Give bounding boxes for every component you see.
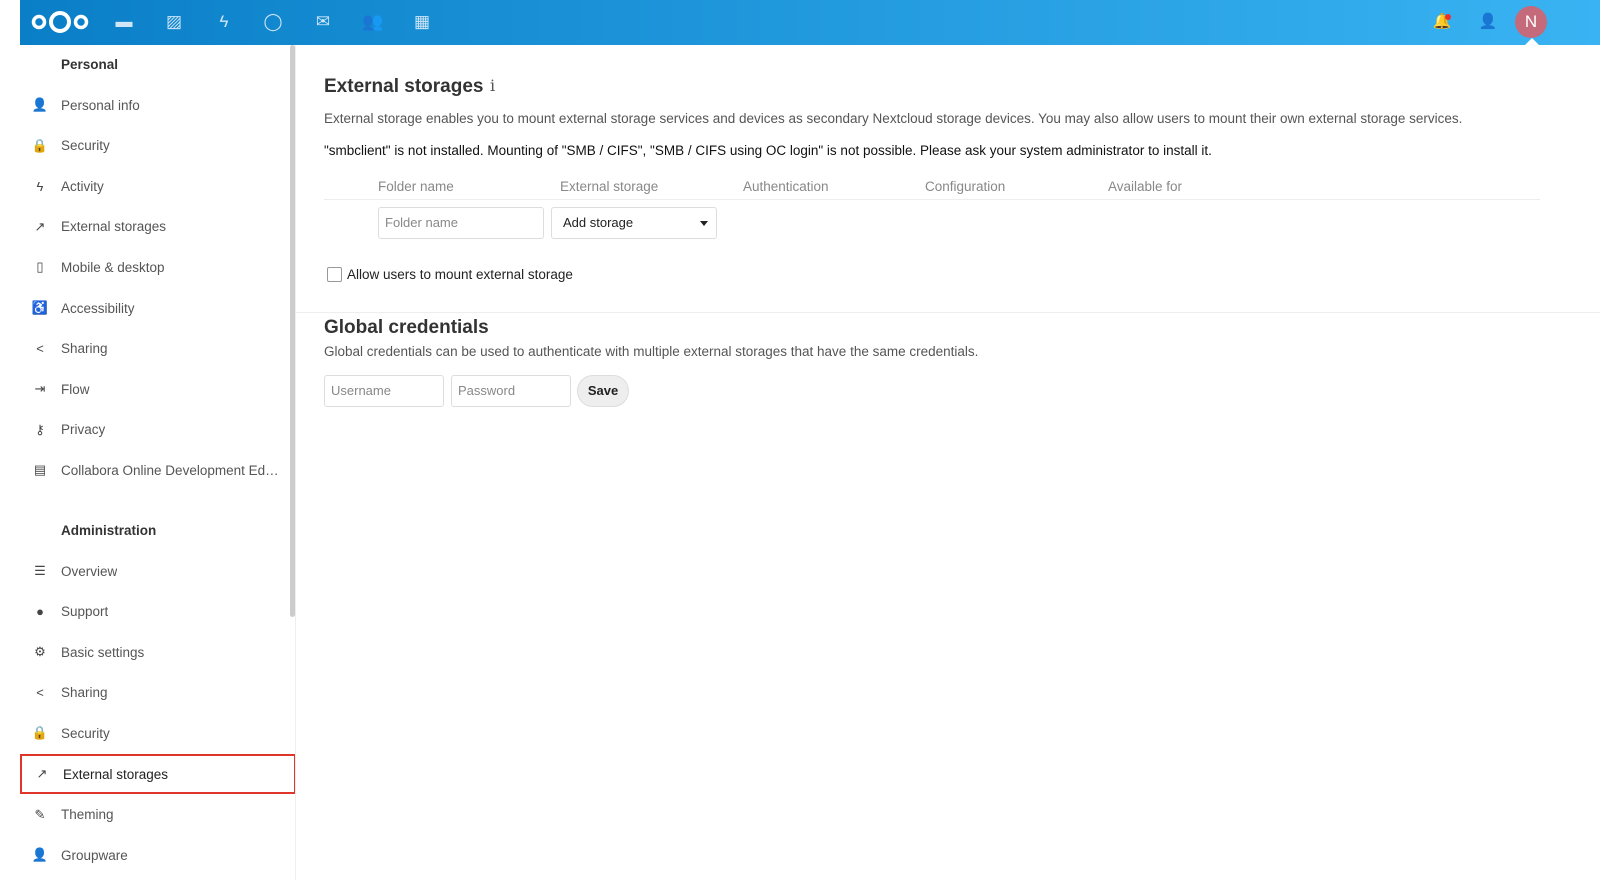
folder-name-input[interactable]: Folder name [378,207,544,239]
sidebar-item-security[interactable]: 🔒 Security [20,126,295,166]
sidebar-item-collabora-online-development-edition[interactable]: ▤ Collabora Online Development Edition [20,450,295,490]
contacts-icon[interactable]: 👥 [362,12,383,32]
sidebar-item-sharing[interactable]: < Sharing [20,329,295,369]
col-available-for: Available for [1108,179,1183,194]
sidebar-item-overview[interactable]: ☰ Overview [20,551,295,591]
sidebar-item-label: Overview [61,563,118,579]
comment-icon: ● [36,604,44,620]
sidebar-item-external-storages[interactable]: ↗ External storages [20,754,295,794]
username-input[interactable]: Username [324,375,444,407]
col-external-storage: External storage [560,179,659,194]
allow-users-label[interactable]: Allow users to mount external storage [347,267,573,282]
list-icon: ☰ [34,563,46,578]
activity-icon: ϟ [36,178,44,194]
avatar-caret [1525,38,1539,45]
section-personal: Personal [61,57,119,72]
external-link-icon: ↗ [34,218,46,234]
sidebar-item-mobile-desktop[interactable]: ▯ Mobile & desktop [20,247,295,287]
sidebar-item-groupware[interactable]: 👤 Groupware [20,835,295,875]
save-button[interactable]: Save [577,375,629,407]
sidebar-item-label: Groupware [61,847,128,863]
sidebar-item-label: Sharing [61,685,108,701]
top-header: ▬ ▨ ϟ ◯ ✉ 👥 ▦ 🔔 👤 N [20,0,1600,45]
sidebar-item-label: Support [61,604,109,620]
col-folder-name: Folder name [378,179,454,194]
sidebar-item-label: Accessibility [61,300,135,316]
sidebar-item-theming[interactable]: ✎ Theming [20,795,295,835]
gear-icon: ⚙ [34,644,46,660]
sidebar-item-label: Theming [61,807,114,823]
mail-icon[interactable]: ✉ [313,12,333,32]
sidebar-item-accessibility[interactable]: ♿ Accessibility [20,288,295,328]
sidebar-item-label: Sharing [61,341,108,357]
activity-icon[interactable]: ϟ [214,12,234,32]
lock-icon: 🔒 [31,137,49,153]
col-configuration: Configuration [925,179,1006,194]
contacts-menu-icon[interactable]: 👤 [1477,11,1499,33]
brush-icon: ✎ [34,806,46,822]
sidebar-item-label: Mobile & desktop [61,259,165,275]
col-authentication: Authentication [743,179,829,194]
sidebar-item-label: External storages [61,219,167,235]
sidebar-item-security[interactable]: 🔒 Security [20,713,295,753]
info-icon[interactable]: i [490,76,495,95]
sidebar-item-label: Activity [61,178,104,194]
password-input[interactable]: Password [451,375,571,407]
sidebar-item-privacy[interactable]: ⚷ Privacy [20,410,295,450]
sidebar-item-flow[interactable]: ⇥ Flow [20,369,295,409]
sidebar-item-label: Personal info [61,97,140,113]
files-icon[interactable]: ▬ [114,12,134,32]
sidebar-item-personal-info[interactable]: 👤 Personal info [20,85,295,125]
sidebar-item-support[interactable]: ● Support [20,592,295,632]
global-credentials-title: Global credentials [324,317,489,338]
lock-icon: 🔒 [31,725,49,741]
calendar-icon[interactable]: ▦ [412,12,432,32]
add-storage-select[interactable]: Add storage [551,207,717,239]
section-administration: Administration [61,523,157,538]
sidebar-item-label: Security [61,725,110,741]
phone-icon: ▯ [36,259,44,275]
talk-icon[interactable]: ◯ [263,12,283,32]
accessibility-icon: ♿ [31,300,49,315]
sidebar-item-external-storages[interactable]: ↗ External storages [20,207,295,247]
notifications-bell-icon[interactable]: 🔔 [1431,11,1453,33]
external-link-icon: ↗ [36,766,48,781]
divider [324,199,1540,200]
sidebar-item-sharing[interactable]: < Sharing [20,673,295,713]
sidebar-item-label: Basic settings [61,644,145,660]
sidebar-item-label: Security [61,138,110,154]
allow-users-checkbox[interactable] [327,267,342,282]
person-icon: 👤 [31,97,49,112]
section-divider [296,312,1600,313]
sidebar-item-label: Privacy [61,422,106,438]
groupware-icon: 👤 [31,847,49,863]
share-icon: < [36,341,44,357]
description: External storage enables you to mount ex… [324,111,1463,126]
chevron-down-icon [700,221,708,226]
share-icon: < [36,685,44,701]
add-storage-label: Add storage [563,215,634,230]
page-title: External storages [324,76,484,97]
sidebar-item-label: External storages [63,766,169,782]
main-content: External storages i External storage ena… [296,45,1600,880]
flow-icon: ⇥ [34,381,46,397]
smbclient-warning: "smbclient" is not installed. Mounting o… [324,143,1212,158]
nextcloud-logo[interactable] [30,9,90,35]
sidebar-item-basic-settings[interactable]: ⚙ Basic settings [20,632,295,672]
document-icon: ▤ [33,462,47,478]
global-credentials-description: Global credentials can be used to authen… [324,344,979,359]
user-avatar[interactable]: N [1515,6,1547,38]
photos-icon[interactable]: ▨ [164,12,184,32]
sidebar-item-label: Flow [61,381,90,397]
sidebar-item-label: Collabora Online Development Edition [61,462,281,478]
settings-sidebar: Personal 👤 Personal info 🔒 Security ϟ Activit… [20,45,296,880]
key-icon: ⚷ [35,421,45,437]
sidebar-item-activity[interactable]: ϟ Activity [20,166,295,206]
